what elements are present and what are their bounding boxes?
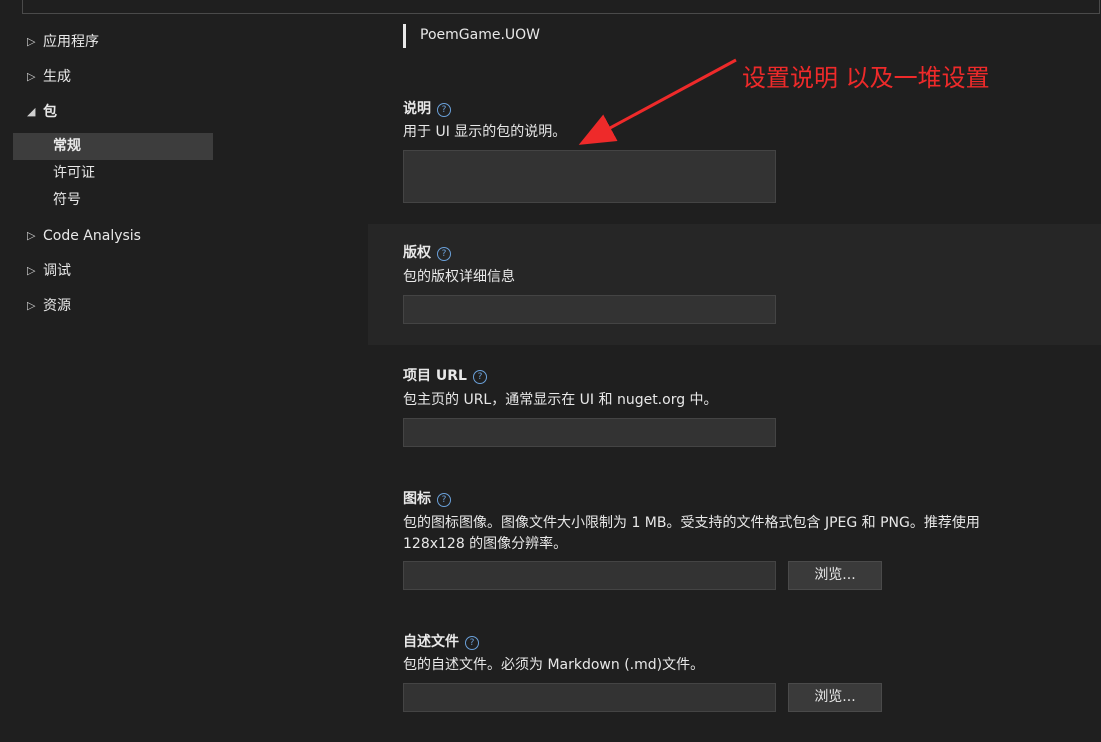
help-icon[interactable]: ?	[437, 103, 451, 117]
description-title: 说明?	[403, 98, 451, 118]
project-url-section: 项目 URL? 包主页的 URL，通常显示在 UI 和 nuget.org 中。	[368, 350, 1101, 460]
copyright-desc: 包的版权详细信息	[403, 269, 515, 285]
help-icon[interactable]: ?	[437, 493, 451, 507]
copyright-section: 版权? 包的版权详细信息	[368, 224, 1101, 345]
nav-subitem-general[interactable]: 常规	[13, 133, 213, 160]
nav-subitem-label: 符号	[53, 192, 81, 208]
nav-item-resources[interactable]: ▷ 资源	[13, 292, 213, 327]
expand-arrow-icon[interactable]: ▷	[27, 292, 35, 320]
expand-arrow-icon[interactable]: ▷	[27, 257, 35, 285]
nav-item-app[interactable]: ▷ 应用程序	[13, 28, 213, 63]
nav-item-debug[interactable]: ▷ 调试	[13, 257, 213, 292]
icon-desc: 包的图标图像。图像文件大小限制为 1 MB。受支持的文件格式包含 JPEG 和 …	[403, 515, 980, 552]
project-url-title: 项目 URL?	[403, 365, 487, 385]
expand-arrow-icon[interactable]: ▷	[27, 222, 35, 250]
description-textarea[interactable]	[403, 150, 776, 203]
nav-item-build[interactable]: ▷ 生成	[13, 63, 213, 98]
help-icon[interactable]: ?	[437, 247, 451, 261]
nav-item-label: 资源	[43, 298, 71, 314]
readme-title: 自述文件?	[403, 631, 479, 651]
nav-subitem-symbols[interactable]: 符号	[13, 187, 213, 214]
package-name: PoemGame.UOW	[403, 24, 540, 48]
icon-title: 图标?	[403, 488, 451, 508]
readme-section: 自述文件? 包的自述文件。必须为 Markdown (.md)文件。 浏览...	[368, 615, 1101, 725]
nav-item-label: 生成	[43, 69, 71, 85]
nav-item-label: 调试	[43, 263, 71, 279]
help-icon[interactable]: ?	[465, 636, 479, 650]
nav-item-label: 包	[43, 104, 57, 120]
nav-item-code-analysis[interactable]: ▷ Code Analysis	[13, 222, 213, 257]
sidebar-nav: ▷ 应用程序 ▷ 生成 ◢ 包 常规 许可证 符号 ▷ Code Analysi…	[13, 28, 213, 327]
collapse-arrow-icon[interactable]: ◢	[27, 98, 35, 126]
icon-path-input[interactable]	[403, 561, 776, 590]
readme-browse-button[interactable]: 浏览...	[788, 683, 882, 712]
expand-arrow-icon[interactable]: ▷	[27, 63, 35, 91]
help-icon[interactable]: ?	[472, 370, 487, 384]
top-bar	[22, 0, 1100, 14]
nav-item-package[interactable]: ◢ 包	[13, 98, 213, 133]
readme-path-input[interactable]	[403, 683, 776, 712]
copyright-title: 版权?	[403, 242, 451, 262]
expand-arrow-icon[interactable]: ▷	[27, 28, 35, 56]
project-url-input[interactable]	[403, 418, 776, 447]
readme-desc: 包的自述文件。必须为 Markdown (.md)文件。	[403, 657, 705, 673]
nav-item-label: Code Analysis	[43, 228, 141, 244]
description-desc: 用于 UI 显示的包的说明。	[403, 124, 567, 140]
nav-item-label: 应用程序	[43, 34, 99, 50]
nav-subitem-label: 常规	[53, 138, 81, 154]
annotation-text: 设置说明 以及一堆设置	[742, 64, 990, 92]
copyright-input[interactable]	[403, 295, 776, 324]
description-section: 说明? 用于 UI 显示的包的说明。	[368, 88, 1101, 221]
nav-subitem-label: 许可证	[53, 165, 95, 181]
project-url-desc: 包主页的 URL，通常显示在 UI 和 nuget.org 中。	[403, 392, 718, 408]
icon-section: 图标? 包的图标图像。图像文件大小限制为 1 MB。受支持的文件格式包含 JPE…	[368, 472, 1101, 602]
icon-browse-button[interactable]: 浏览...	[788, 561, 882, 590]
nav-subitem-license[interactable]: 许可证	[13, 160, 213, 187]
